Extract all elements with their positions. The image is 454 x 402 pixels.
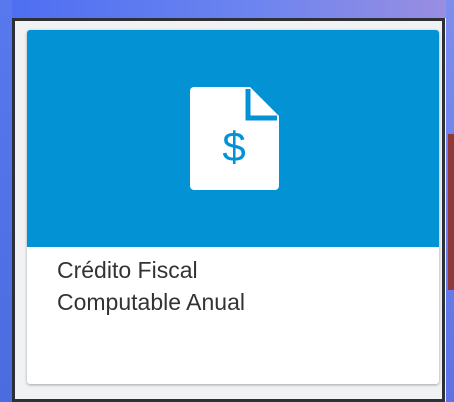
window-frame-top <box>0 0 454 18</box>
card-title: Crédito Fiscal Computable Anual <box>57 257 245 315</box>
document-dollar-icon: $ <box>190 87 279 190</box>
service-card-credito-fiscal[interactable]: $ Crédito Fiscal Computable Anual <box>27 30 439 384</box>
window-frame-left <box>0 0 12 402</box>
side-accent-bar <box>448 134 454 290</box>
dollar-symbol: $ <box>222 123 245 170</box>
card-media: $ <box>27 30 439 247</box>
